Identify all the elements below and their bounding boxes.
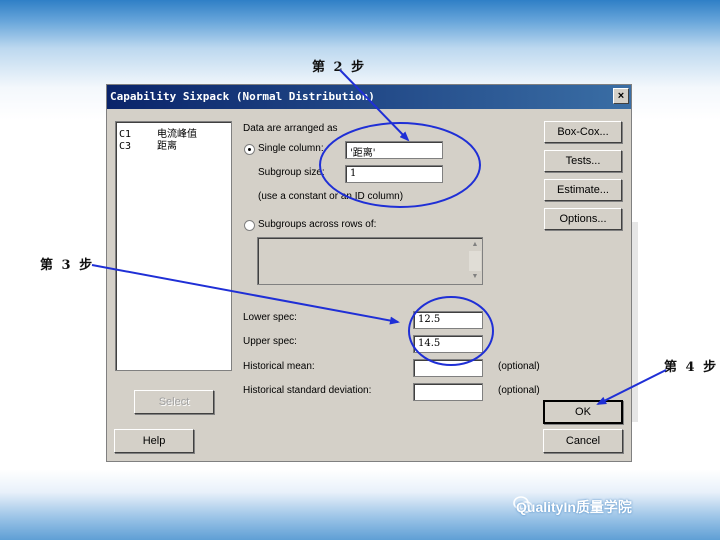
ok-button[interactable]: OK (543, 400, 623, 424)
options-button[interactable]: Options... (544, 208, 622, 230)
step-2-label: 第 2 步 (312, 60, 367, 75)
historical-mean-input[interactable] (413, 359, 483, 377)
step-3-label: 第 3 步 (40, 258, 95, 273)
lower-spec-label: Lower spec: (243, 312, 297, 323)
radio-icon[interactable] (244, 144, 255, 155)
step-4-label: 第 4 步 (664, 360, 719, 375)
lower-spec-input[interactable]: 12.5 (413, 311, 483, 329)
historical-sd-label: Historical standard deviation: (243, 385, 372, 396)
tests-button[interactable]: Tests... (544, 150, 622, 172)
scrollbar[interactable]: ▲ ▼ (469, 239, 481, 283)
historical-mean-label: Historical mean: (243, 361, 315, 372)
cancel-button[interactable]: Cancel (543, 429, 623, 453)
dialog-titlebar[interactable]: Capability Sixpack (Normal Distribution)… (107, 85, 631, 109)
capability-sixpack-dialog: Capability Sixpack (Normal Distribution)… (106, 84, 632, 462)
variable-list[interactable]: C1 电流峰值 C3 距离 (115, 121, 232, 371)
optional-note: (optional) (498, 385, 540, 396)
single-column-label: Single column: (258, 143, 324, 154)
variable-name: 距离 (157, 141, 177, 152)
close-icon[interactable]: × (613, 88, 629, 104)
box-cox-button[interactable]: Box-Cox... (544, 121, 622, 143)
subgroup-size-label: Subgroup size: (258, 167, 325, 178)
subgroups-across-input[interactable]: ▲ ▼ (257, 237, 483, 285)
historical-sd-input[interactable] (413, 383, 483, 401)
select-button[interactable]: Select (134, 390, 214, 414)
radio-icon[interactable] (244, 220, 255, 231)
upper-spec-input[interactable]: 14.5 (413, 335, 483, 353)
list-item[interactable]: C3 距离 (119, 137, 177, 152)
dialog-title: Capability Sixpack (Normal Distribution) (110, 90, 375, 103)
watermark-text: QualityIn质量学院 (516, 499, 632, 515)
scroll-down-arrow-icon[interactable]: ▼ (469, 271, 481, 283)
subgroup-size-input[interactable]: 1 (345, 165, 443, 183)
subgroup-hint: (use a constant or an ID column) (258, 191, 404, 202)
optional-note: (optional) (498, 361, 540, 372)
estimate-button[interactable]: Estimate... (544, 179, 622, 201)
data-arranged-label: Data are arranged as (243, 123, 338, 134)
subgroups-across-label: Subgroups across rows of: (258, 219, 377, 230)
background-window-edge (632, 222, 638, 422)
help-button[interactable]: Help (114, 429, 194, 453)
variable-column-id: C3 (119, 141, 132, 152)
upper-spec-label: Upper spec: (243, 336, 297, 347)
scroll-up-arrow-icon[interactable]: ▲ (469, 239, 481, 251)
single-column-input[interactable]: '距离' (345, 141, 443, 159)
